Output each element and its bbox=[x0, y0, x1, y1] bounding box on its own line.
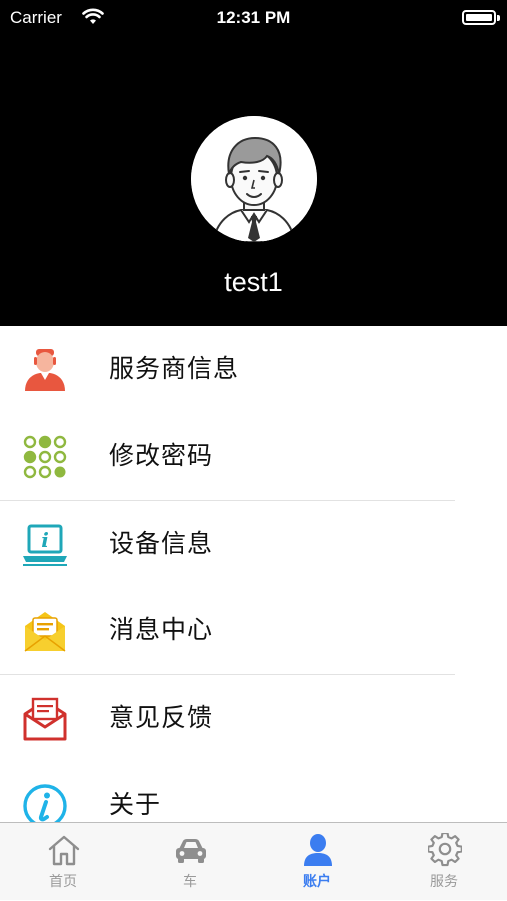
home-icon bbox=[48, 835, 80, 866]
tab-label: 服务 bbox=[430, 874, 458, 890]
menu-item-label: 修改密码 bbox=[109, 440, 214, 470]
menu-item-device-info[interactable]: i 设备信息 bbox=[0, 501, 507, 588]
menu-item-service-provider[interactable]: 服务商信息 bbox=[0, 326, 507, 413]
status-time: 12:31 PM bbox=[216, 8, 291, 27]
laptop-info-icon: i bbox=[23, 524, 67, 566]
battery-icon bbox=[462, 10, 496, 25]
tab-service[interactable]: 服务 bbox=[381, 823, 507, 901]
tab-label: 首页 bbox=[49, 874, 77, 890]
status-bar: Carrier 12:31 PM bbox=[0, 0, 507, 36]
service-provider-icon bbox=[25, 349, 65, 391]
message-envelope-icon bbox=[24, 612, 66, 652]
svg-text:i: i bbox=[41, 528, 49, 552]
menu-item-label: 设备信息 bbox=[109, 528, 214, 558]
menu-item-change-password[interactable]: 修改密码 bbox=[0, 413, 507, 500]
menu-item-label: 意见反馈 bbox=[109, 703, 214, 733]
tab-label: 车 bbox=[183, 874, 197, 890]
feedback-envelope-icon bbox=[23, 697, 67, 741]
tab-account[interactable]: 账户 bbox=[254, 823, 380, 901]
account-menu: 服务商信息 修改密码 i 设备信息 消息中心 意见反馈 关于 bbox=[0, 326, 507, 849]
profile-header: test1 bbox=[0, 36, 507, 326]
tab-bar: 首页 车 账户 服务 bbox=[0, 822, 507, 900]
avatar[interactable] bbox=[191, 116, 317, 242]
menu-item-label: 服务商信息 bbox=[109, 354, 240, 383]
avatar-illustration bbox=[191, 116, 317, 242]
keypad-icon bbox=[23, 435, 67, 478]
tab-label: 账户 bbox=[303, 874, 331, 890]
tab-home[interactable]: 首页 bbox=[0, 823, 126, 901]
menu-item-label: 消息中心 bbox=[109, 615, 214, 645]
car-icon bbox=[176, 839, 206, 863]
account-icon bbox=[304, 834, 332, 866]
tab-car[interactable]: 车 bbox=[127, 823, 253, 901]
menu-item-message-center[interactable]: 消息中心 bbox=[0, 587, 507, 674]
battery-tip bbox=[497, 15, 500, 21]
username: test1 bbox=[224, 267, 283, 297]
menu-item-feedback[interactable]: 意见反馈 bbox=[0, 675, 507, 762]
gear-icon bbox=[428, 833, 462, 867]
